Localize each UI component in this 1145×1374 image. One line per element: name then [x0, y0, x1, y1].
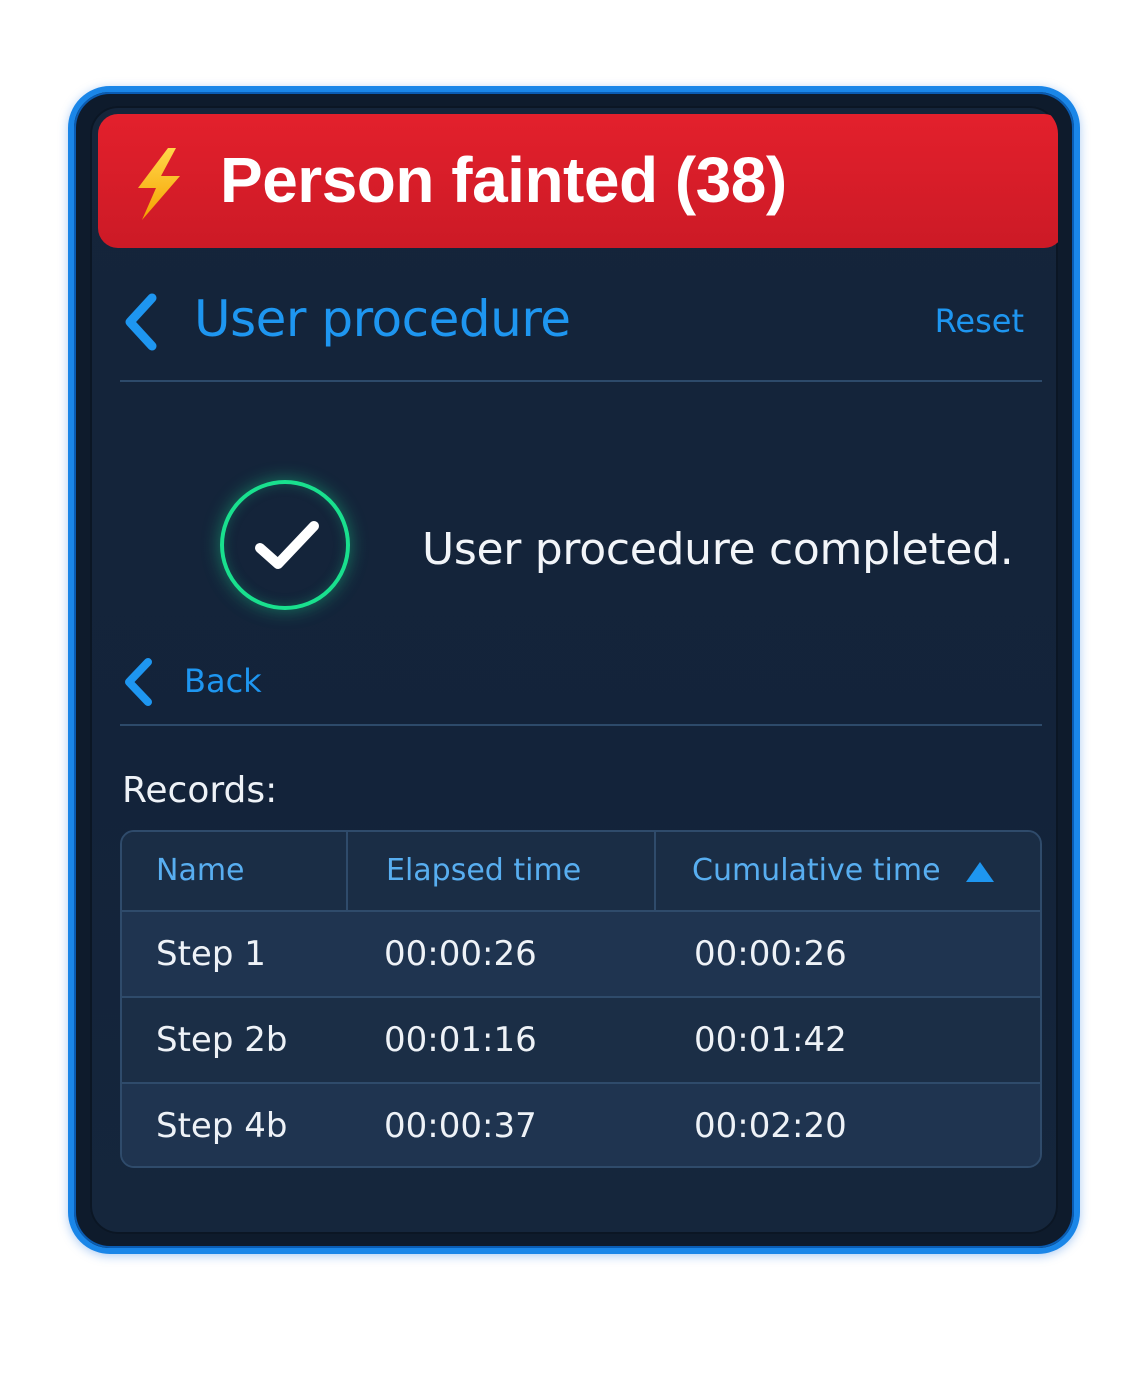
table-row[interactable]: Step 1 00:00:26 00:00:26: [122, 912, 1040, 998]
cell-elapsed-time: 00:00:26: [384, 934, 537, 974]
column-header-name[interactable]: Name: [156, 832, 245, 910]
cell-elapsed-time: 00:01:16: [384, 1020, 537, 1060]
records-table: Name Elapsed time Cumulative time Step 1…: [120, 830, 1042, 1168]
section-divider: [120, 724, 1042, 726]
lightning-bolt-icon: [138, 148, 180, 220]
cell-cumulative-time: 00:02:20: [694, 1106, 847, 1146]
checkmark-icon: [255, 521, 319, 569]
reset-button[interactable]: Reset: [935, 300, 1024, 342]
records-heading: Records:: [122, 770, 278, 811]
column-header-cumulative-time[interactable]: Cumulative time: [692, 832, 941, 910]
chevron-left-icon[interactable]: [122, 292, 162, 352]
cell-name: Step 2b: [156, 1020, 288, 1060]
completion-message: User procedure completed.: [422, 524, 1014, 575]
back-button-label: Back: [184, 662, 262, 700]
column-separator: [654, 832, 656, 910]
table-row[interactable]: Step 2b 00:01:16 00:01:42: [122, 998, 1040, 1084]
column-header-elapsed-time[interactable]: Elapsed time: [386, 832, 581, 910]
cell-cumulative-time: 00:00:26: [694, 934, 847, 974]
device-frame: Person fainted (38) User procedure Reset…: [68, 86, 1080, 1254]
triangle-up-icon[interactable]: [964, 860, 996, 884]
cell-cumulative-time: 00:01:42: [694, 1020, 847, 1060]
alert-title: Person fainted (38): [220, 144, 787, 216]
cell-name: Step 4b: [156, 1106, 288, 1146]
check-circle-icon: [220, 480, 350, 610]
cell-elapsed-time: 00:00:37: [384, 1106, 537, 1146]
cell-name: Step 1: [156, 934, 266, 974]
table-row[interactable]: Step 4b 00:00:37 00:02:20: [122, 1084, 1040, 1166]
column-separator: [346, 832, 348, 910]
header-divider: [120, 380, 1042, 382]
app-screen: Person fainted (38) User procedure Reset…: [90, 106, 1058, 1234]
page-title: User procedure: [194, 290, 571, 348]
back-button[interactable]: Back: [122, 654, 282, 706]
chevron-left-icon: [125, 658, 152, 706]
alert-banner[interactable]: Person fainted (38): [98, 114, 1058, 248]
table-header: Name Elapsed time Cumulative time: [122, 832, 1040, 912]
